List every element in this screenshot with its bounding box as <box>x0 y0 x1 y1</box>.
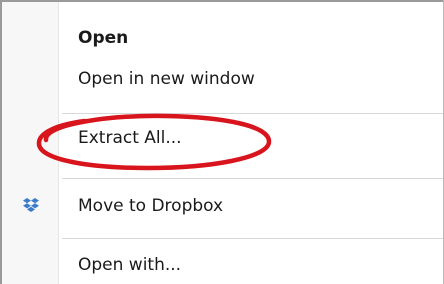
menu-item-open-with[interactable]: Open with... <box>2 244 443 284</box>
menu-item-label: Open in new window <box>78 69 255 89</box>
menu-separator <box>62 113 443 114</box>
context-menu: Open Open in new window Extract All... M… <box>0 0 444 284</box>
menu-item-label: Open <box>78 28 129 48</box>
menu-item-extract-all[interactable]: Extract All... <box>2 119 443 163</box>
menu-separator <box>62 238 443 239</box>
menu-item-open[interactable]: Open <box>2 19 443 63</box>
menu-separator <box>62 178 443 179</box>
menu-item-label: Move to Dropbox <box>78 196 224 216</box>
menu-item-move-to-dropbox[interactable]: Move to Dropbox <box>2 184 443 228</box>
menu-item-label: Extract All... <box>78 128 182 148</box>
menu-top-border <box>0 0 444 2</box>
menu-item-label: Open with... <box>78 255 182 275</box>
menu-item-open-in-new-window[interactable]: Open in new window <box>2 60 443 104</box>
dropbox-icon <box>22 197 40 215</box>
